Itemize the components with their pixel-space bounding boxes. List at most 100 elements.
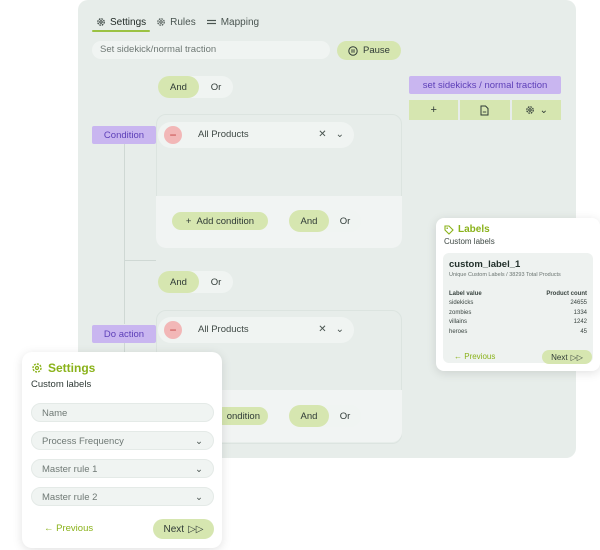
do-action-tag: Do action <box>92 325 156 343</box>
action-value: All Products <box>198 324 249 335</box>
active-tab-indicator <box>92 30 150 32</box>
or-option[interactable]: Or <box>199 271 233 293</box>
label-value: zombies <box>449 309 472 316</box>
next-button[interactable]: Next ▷▷ <box>542 350 592 364</box>
label-value: heroes <box>449 329 468 336</box>
add-condition-button[interactable]: + Add condition <box>172 212 268 230</box>
tab-rules[interactable]: Rules <box>156 14 196 30</box>
process-frequency-select[interactable]: Process Frequency ⌄ <box>31 431 214 450</box>
equals-icon <box>206 19 216 25</box>
product-count: 24655 <box>570 300 587 306</box>
or-option[interactable]: Or <box>329 210 361 232</box>
tab-mapping[interactable]: Mapping <box>206 14 259 30</box>
table-header: Label value Product count <box>449 291 587 297</box>
column-header: Label value <box>449 291 482 297</box>
remove-condition-button[interactable]: − <box>164 126 182 144</box>
double-chevron-right-icon: ▷▷ <box>570 352 583 362</box>
plus-icon: + <box>430 104 437 116</box>
labels-subtitle: Custom labels <box>444 237 495 246</box>
master-rule-1-select[interactable]: Master rule 1 ⌄ <box>31 459 214 478</box>
label-value: sidekicks <box>449 300 474 306</box>
arrow-left-icon: ← <box>454 352 462 361</box>
settings-card-title: Settings <box>31 361 95 375</box>
close-icon[interactable]: ✕ <box>318 122 326 148</box>
chevron-down-icon: ⌄ <box>195 464 203 475</box>
product-count: 1242 <box>573 319 587 326</box>
or-option[interactable]: Or <box>329 405 361 427</box>
chevron-down-icon[interactable]: ⌄ <box>336 317 344 343</box>
label-table: Label value Product count sidekicks 24655… <box>449 291 587 339</box>
condition-value: All Products <box>198 129 249 140</box>
remove-action-button[interactable]: − <box>164 321 182 339</box>
document-icon <box>480 105 489 115</box>
and-option[interactable]: And <box>158 76 199 98</box>
add-condition-label: Add condition <box>196 215 255 227</box>
previous-button[interactable]: ← Previous <box>44 523 93 534</box>
labels-card: Labels Custom labels custom_label_1 Uniq… <box>436 218 600 371</box>
chevron-down-icon: ⌄ <box>539 104 549 116</box>
document-button[interactable] <box>460 100 510 120</box>
logic-toggle[interactable]: And Or <box>158 76 233 98</box>
label-summary: Unique Custom Labels / 38293 Total Produ… <box>449 272 561 278</box>
double-chevron-right-icon: ▷▷ <box>188 523 204 535</box>
chevron-down-icon: ⌄ <box>195 492 203 503</box>
and-option[interactable]: And <box>289 210 329 232</box>
add-button[interactable]: + <box>409 100 459 120</box>
pause-button[interactable]: Pause <box>337 41 401 60</box>
previous-button[interactable]: ← Previous <box>454 352 495 361</box>
table-row: zombies 1334 <box>449 310 587 320</box>
tab-bar: Settings Rules Mapping <box>96 14 269 30</box>
settings-title-text: Settings <box>48 361 96 375</box>
next-button[interactable]: Next ▷▷ <box>153 519 214 539</box>
gear-icon <box>157 18 165 26</box>
gear-icon <box>525 106 534 114</box>
previous-label: Previous <box>56 523 94 534</box>
action-toolbar: + ⌄ <box>409 100 561 120</box>
master-rule-2-select[interactable]: Master rule 2 ⌄ <box>31 487 214 506</box>
tab-settings[interactable]: Settings <box>96 14 146 30</box>
app-root: Settings Rules Mapping Set sidekick/norm… <box>0 0 600 550</box>
gear-icon <box>97 18 105 26</box>
table-row: villains 1242 <box>449 319 587 329</box>
condition-row[interactable]: − All Products ✕ ⌄ <box>158 122 354 148</box>
label-name: custom_label_1 <box>449 259 521 270</box>
logic-toggle[interactable]: And Or <box>289 210 361 232</box>
labels-card-title: Labels <box>444 224 490 235</box>
connector-line <box>124 260 156 261</box>
field-placeholder: Process Frequency <box>42 436 124 447</box>
field-placeholder: Master rule 2 <box>42 492 98 503</box>
logic-toggle[interactable]: And Or <box>158 271 233 293</box>
table-row: heroes 45 <box>449 329 587 339</box>
and-option[interactable]: And <box>158 271 199 293</box>
add-condition-label: ondition <box>226 410 260 422</box>
tab-label: Settings <box>110 16 147 28</box>
pause-icon <box>348 45 358 56</box>
tab-label: Mapping <box>220 16 260 28</box>
action-row[interactable]: − All Products ✕ ⌄ <box>158 317 354 343</box>
next-label: Next <box>551 352 568 362</box>
labels-title-text: Labels <box>458 224 490 235</box>
rule-name-input[interactable]: Set sidekick/normal traction <box>92 41 330 59</box>
column-header: Product count <box>546 291 587 297</box>
product-count: 45 <box>580 329 587 336</box>
close-icon[interactable]: ✕ <box>318 317 326 343</box>
table-row: sidekicks 24655 <box>449 300 587 310</box>
or-option[interactable]: Or <box>199 76 233 98</box>
arrow-left-icon: ← <box>44 523 54 534</box>
logic-toggle[interactable]: And Or <box>289 405 361 427</box>
gear-icon <box>32 363 42 373</box>
tab-label: Rules <box>170 16 196 28</box>
settings-card: Settings Custom labels Name Process Freq… <box>22 352 222 548</box>
previous-label: Previous <box>464 352 496 361</box>
pause-label: Pause <box>363 45 390 56</box>
chevron-down-icon: ⌄ <box>195 436 203 447</box>
name-field[interactable]: Name <box>31 403 214 422</box>
settings-subtitle: Custom labels <box>31 379 92 390</box>
settings-dropdown-button[interactable]: ⌄ <box>511 100 561 120</box>
plus-icon: + <box>185 215 192 227</box>
action-title-tag: set sidekicks / normal traction <box>409 76 561 94</box>
and-option[interactable]: And <box>289 405 329 427</box>
field-placeholder: Name <box>42 408 68 419</box>
add-condition-button[interactable]: ondition <box>214 407 268 425</box>
chevron-down-icon[interactable]: ⌄ <box>336 122 344 148</box>
